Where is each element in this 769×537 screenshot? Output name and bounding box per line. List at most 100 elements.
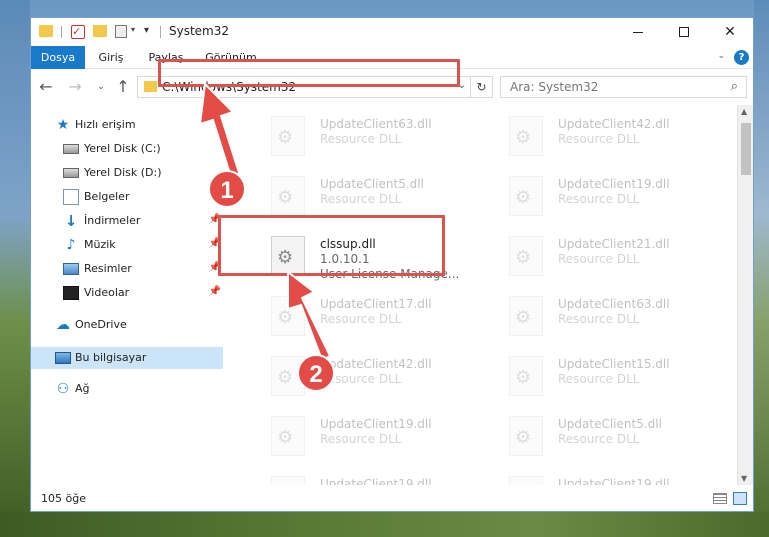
folder-icon <box>39 25 53 37</box>
file-type: Resource DLL <box>558 252 640 266</box>
computer-icon <box>55 352 71 364</box>
tab-file[interactable]: Dosya <box>31 46 85 69</box>
search-input[interactable]: Ara: System32 <box>510 80 598 94</box>
file-item[interactable]: UpdateClient42.dllResource DLL <box>483 110 713 166</box>
forward-button[interactable]: → <box>65 77 85 97</box>
minimize-icon <box>633 31 643 33</box>
maximize-button[interactable] <box>661 18 707 46</box>
expand-ribbon-icon[interactable]: ⌄ <box>717 51 725 61</box>
navigation-pane: ★ Hızlı erişim Yerel Disk (C:) Yerel Dis… <box>31 105 223 485</box>
sidebar-item-label: Ağ <box>75 382 90 395</box>
sidebar-item-label: Müzik <box>84 238 116 251</box>
vertical-scrollbar[interactable]: ▲ ▼ <box>737 105 753 485</box>
file-name: UpdateClient15.dll <box>558 357 670 371</box>
item-count: 105 öğe <box>41 492 86 505</box>
properties-icon[interactable] <box>115 25 127 38</box>
network-icon: ⚇ <box>56 381 70 397</box>
file-name: UpdateClient19.dll <box>558 477 670 485</box>
sidebar-item-music[interactable]: ♪ Müzik 📌 <box>31 234 223 256</box>
pin-icon[interactable]: 📌 <box>209 286 221 297</box>
dll-file-icon <box>271 176 305 216</box>
file-type: Resource DLL <box>558 372 640 386</box>
file-name: UpdateClient19.dll <box>320 477 432 485</box>
scroll-down-icon[interactable]: ▼ <box>741 474 747 483</box>
file-item[interactable]: UpdateClient17.dllResource DLL <box>245 290 475 346</box>
pictures-icon <box>63 263 79 275</box>
customize-toolbar-icon[interactable]: ▾ <box>144 25 149 36</box>
sidebar-item-local-disk-c[interactable]: Yerel Disk (C:) <box>31 138 223 160</box>
recent-locations-button[interactable]: ⌄ <box>91 77 111 97</box>
file-type: Resource DLL <box>558 432 640 446</box>
sidebar-item-label: OneDrive <box>75 318 127 331</box>
sidebar-item-label: Videolar <box>84 286 130 299</box>
file-type: Resource DLL <box>320 192 402 206</box>
file-item[interactable]: UpdateClient63.dllResource DLL <box>483 290 713 346</box>
file-name: UpdateClient21.dll <box>558 237 670 251</box>
sidebar-item-local-disk-d[interactable]: Yerel Disk (D:) <box>31 162 223 184</box>
file-type: Resource DLL <box>320 312 402 326</box>
file-item[interactable]: UpdateClient19.dllResource DLL <box>245 410 475 466</box>
sidebar-item-videos[interactable]: Videolar 📌 <box>31 282 223 304</box>
sidebar-item-this-pc[interactable]: Bu bilgisayar <box>31 347 223 369</box>
divider <box>61 26 62 38</box>
back-button[interactable]: ← <box>36 77 56 97</box>
file-item[interactable]: UpdateClient15.dllResource DLL <box>483 350 713 406</box>
file-item[interactable]: UpdateClient19.dllResource DLL <box>483 170 713 226</box>
file-type: Resource DLL <box>558 132 640 146</box>
properties-check-icon[interactable]: ✓ <box>71 25 85 39</box>
large-icons-view-icon[interactable] <box>733 492 747 505</box>
close-icon: ✕ <box>724 24 736 40</box>
videos-icon <box>63 286 79 300</box>
file-name: UpdateClient19.dll <box>558 177 670 191</box>
file-item[interactable]: UpdateClient21.dllResource DLL <box>483 230 713 286</box>
details-view-icon[interactable] <box>713 493 727 504</box>
sidebar-item-network[interactable]: ⚇ Ağ <box>31 378 223 400</box>
up-button[interactable]: ↑ <box>113 77 133 97</box>
dll-file-icon <box>271 116 305 156</box>
sidebar-item-downloads[interactable]: ↓ İndirmeler 📌 <box>31 210 223 232</box>
file-name: UpdateClient63.dll <box>558 297 670 311</box>
address-bar-highlight <box>158 59 460 87</box>
documents-icon <box>63 189 79 205</box>
cloud-icon: ☁ <box>56 317 70 333</box>
step-2-badge: 2 <box>297 354 335 392</box>
sidebar-item-label: Yerel Disk (C:) <box>84 142 161 155</box>
refresh-button[interactable]: ↻ <box>470 77 492 97</box>
close-button[interactable]: ✕ <box>707 18 753 46</box>
file-item[interactable]: UpdateClient19.dllResource DLL <box>245 470 475 485</box>
search-icon: ⌕ <box>730 79 738 94</box>
file-item[interactable]: UpdateClient19.dllResource DLL <box>483 470 713 485</box>
sidebar-item-quick-access[interactable]: ★ Hızlı erişim <box>31 114 223 136</box>
scrollbar-thumb[interactable] <box>741 123 751 175</box>
new-folder-icon[interactable] <box>93 25 107 37</box>
file-name: UpdateClient5.dll <box>320 177 424 191</box>
window-title: System32 <box>169 24 230 38</box>
star-icon: ★ <box>56 117 70 133</box>
file-type: Resource DLL <box>320 432 402 446</box>
sidebar-item-documents[interactable]: Belgeler 📌 <box>31 186 223 208</box>
tab-home[interactable]: Giriş <box>91 46 131 69</box>
file-item[interactable]: UpdateClient5.dllResource DLL <box>483 410 713 466</box>
scroll-up-icon[interactable]: ▲ <box>741 107 747 116</box>
search-box[interactable]: Ara: System32 ⌕ <box>500 76 747 98</box>
sidebar-item-label: Belgeler <box>84 190 130 203</box>
file-name: UpdateClient5.dll <box>558 417 662 431</box>
dll-file-icon <box>509 476 543 485</box>
chevron-down-icon[interactable]: ▾ <box>131 25 135 34</box>
sidebar-item-label: İndirmeler <box>84 214 141 227</box>
divider <box>160 26 161 38</box>
title-bar: ✓ ▾ ▾ System32 ✕ <box>31 18 753 46</box>
file-name: UpdateClient19.dll <box>320 417 432 431</box>
file-item[interactable]: UpdateClient42.dllResource DLL <box>245 350 475 406</box>
music-icon: ♪ <box>66 237 76 253</box>
file-name: UpdateClient42.dll <box>558 117 670 131</box>
sidebar-item-pictures[interactable]: Resimler 📌 <box>31 258 223 280</box>
desktop-background-right <box>754 0 769 537</box>
file-item[interactable]: UpdateClient63.dllResource DLL <box>245 110 475 166</box>
sidebar-item-label: Yerel Disk (D:) <box>84 166 162 179</box>
help-icon[interactable]: ? <box>734 50 749 65</box>
sidebar-item-onedrive[interactable]: ☁ OneDrive <box>31 314 223 336</box>
desktop-background-left <box>0 0 30 537</box>
dll-file-icon <box>509 296 543 336</box>
minimize-button[interactable] <box>615 18 661 46</box>
